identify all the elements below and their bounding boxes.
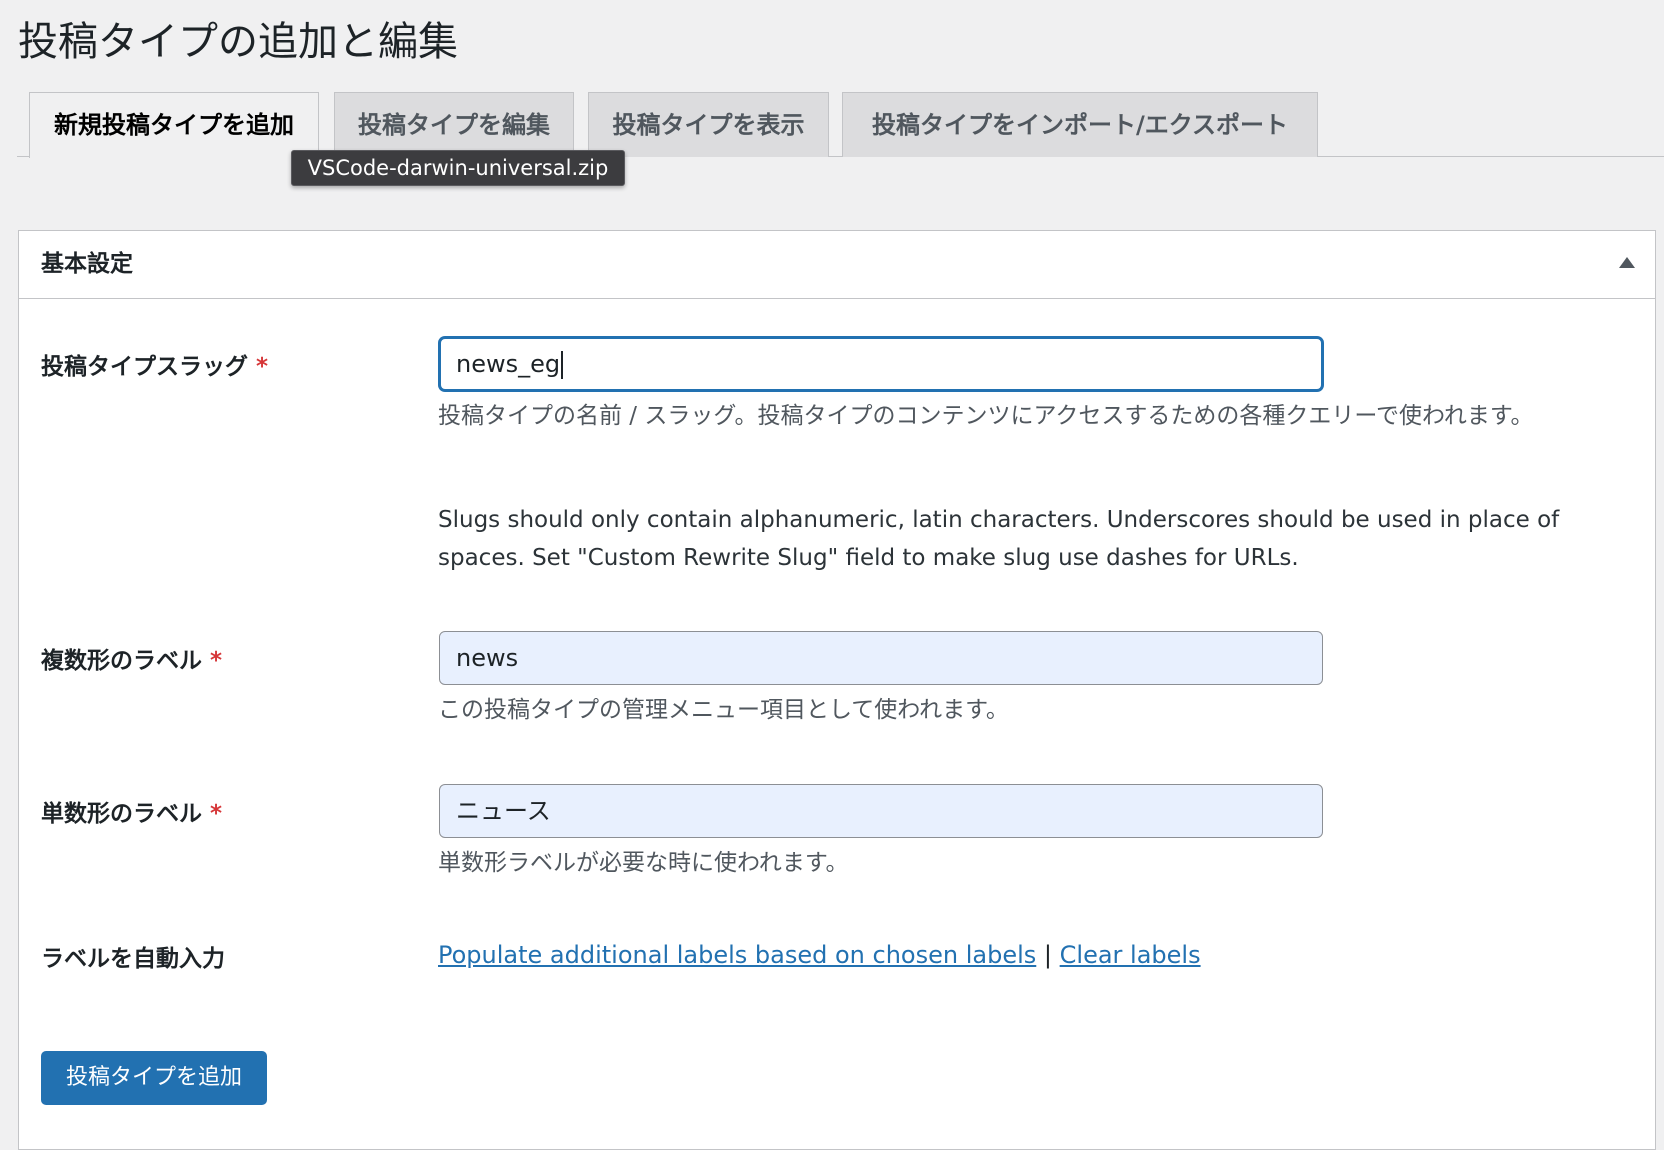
tab-import-export[interactable]: 投稿タイプをインポート/エクスポート <box>842 92 1318 157</box>
triangle-up-icon[interactable] <box>1619 257 1635 268</box>
page-title: 投稿タイプの追加と編集 <box>18 19 458 65</box>
link-separator: | <box>1043 941 1052 969</box>
required-mark: * <box>256 354 269 380</box>
plural-description: この投稿タイプの管理メニュー項目として使われます。 <box>438 697 1009 723</box>
add-post-type-button[interactable]: 投稿タイプを追加 <box>41 1051 267 1105</box>
plural-label: 複数形のラベル * <box>41 641 222 675</box>
basic-settings-panel: 基本設定 投稿タイプスラッグ * news_eg 投稿タイプの名前 / スラッグ… <box>18 230 1656 1150</box>
text-cursor <box>561 351 564 379</box>
populate-labels-link[interactable]: Populate additional labels based on chos… <box>438 941 1036 969</box>
tab-view-post-types[interactable]: 投稿タイプを表示 <box>588 92 829 157</box>
slug-note: Slugs should only contain alphanumeric, … <box>438 507 1560 571</box>
tab-add-new-post-type[interactable]: 新規投稿タイプを追加 <box>29 92 319 158</box>
slug-label-text: 投稿タイプスラッグ <box>41 354 248 380</box>
panel-title: 基本設定 <box>41 251 133 277</box>
slug-label: 投稿タイプスラッグ * <box>41 347 268 381</box>
slug-description: 投稿タイプの名前 / スラッグ。投稿タイプのコンテンツにアクセスするための各種ク… <box>438 403 1534 429</box>
panel-header[interactable]: 基本設定 <box>19 231 1655 299</box>
required-mark: * <box>210 648 223 674</box>
slug-input[interactable]: news_eg <box>439 337 1323 391</box>
file-tooltip: VSCode-darwin-universal.zip <box>291 150 625 186</box>
tab-edit-post-types[interactable]: 投稿タイプを編集 <box>334 92 574 157</box>
autofill-label: ラベルを自動入力 <box>41 946 225 972</box>
clear-labels-link[interactable]: Clear labels <box>1060 941 1201 969</box>
autofill-links: Populate additional labels based on chos… <box>438 937 1201 973</box>
singular-label-input[interactable]: ニュース <box>439 784 1323 838</box>
singular-input-value: ニュース <box>456 797 551 825</box>
plural-label-text: 複数形のラベル <box>41 648 202 674</box>
singular-label-text: 単数形のラベル <box>41 801 202 827</box>
plural-input-value: news <box>456 644 519 672</box>
required-mark: * <box>210 801 223 827</box>
plural-label-input[interactable]: news <box>439 631 1323 685</box>
singular-description: 単数形ラベルが必要な時に使われます。 <box>438 850 849 876</box>
singular-label: 単数形のラベル * <box>41 794 222 828</box>
slug-input-value: news_eg <box>456 350 561 378</box>
nav-tabs: 新規投稿タイプを追加 投稿タイプを編集 投稿タイプを表示 投稿タイプをインポート… <box>17 92 1664 158</box>
